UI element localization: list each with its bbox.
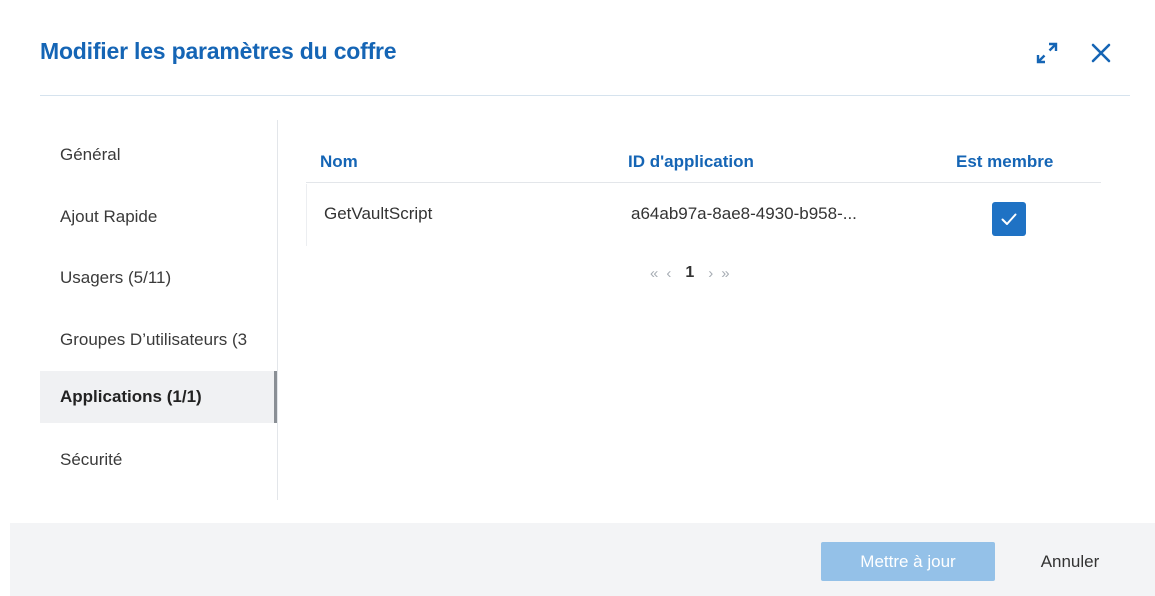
sidebar-item-label: Usagers (5/11)	[60, 268, 172, 287]
sidebar-item-quick-add[interactable]: Ajout Rapide	[40, 191, 276, 243]
vault-settings-dialog: Modifier les paramètres du coffre Généra…	[0, 0, 1155, 596]
sidebar-item-label: Sécurité	[60, 450, 123, 469]
sidebar-item-applications[interactable]: Applications (1/1)	[40, 371, 277, 423]
chevron-left-icon[interactable]: ‹	[666, 265, 671, 282]
pagination: « ‹ 1 › »	[650, 261, 730, 285]
sidebar-item-security[interactable]: Sécurité	[40, 434, 276, 486]
cancel-button[interactable]: Annuler	[1018, 542, 1122, 581]
sidebar-item-label: Ajout Rapide	[60, 207, 158, 226]
sidebar-item-users[interactable]: Usagers (5/11)	[40, 252, 276, 304]
dialog-title: Modifier les paramètres du coffre	[40, 38, 397, 64]
expand-icon	[1036, 42, 1058, 64]
check-icon	[1001, 213, 1017, 225]
column-header-app-id[interactable]: ID d'application	[628, 152, 754, 172]
expand-button[interactable]	[1032, 38, 1062, 68]
application-name: GetVaultScript	[324, 204, 433, 223]
sidebar-item-label: Groupes D’utilisateurs (3	[60, 330, 248, 349]
row-divider	[306, 184, 307, 246]
table-row: GetVaultScript a64ab97a-8ae8-4930-b958-.…	[306, 184, 1101, 246]
sidebar-item-label: Général	[60, 145, 121, 164]
dialog-footer: Mettre à jour Annuler	[10, 523, 1155, 596]
column-header-name[interactable]: Nom	[320, 152, 358, 172]
sidebar-item-label: Applications (1/1)	[60, 387, 202, 406]
sidebar-item-user-groups[interactable]: Groupes D’utilisateurs (3	[40, 314, 276, 366]
chevron-right-icon[interactable]: ›	[708, 265, 713, 282]
double-chevron-right-icon[interactable]: »	[721, 265, 729, 282]
close-icon	[1091, 43, 1111, 63]
table-header: Nom ID d'application Est membre	[306, 140, 1101, 183]
column-header-is-member[interactable]: Est membre	[956, 152, 1053, 172]
application-id: a64ab97a-8ae8-4930-b958-...	[631, 204, 857, 223]
update-button[interactable]: Mettre à jour	[821, 542, 995, 581]
is-member-checkbox[interactable]	[992, 202, 1026, 236]
current-page[interactable]: 1	[685, 264, 694, 282]
close-button[interactable]	[1086, 38, 1116, 68]
settings-sidebar: Général Ajout Rapide Usagers (5/11) Grou…	[40, 120, 278, 500]
sidebar-item-general[interactable]: Général	[40, 129, 276, 181]
double-chevron-left-icon[interactable]: «	[650, 265, 658, 282]
dialog-header: Modifier les paramètres du coffre	[40, 0, 1130, 96]
